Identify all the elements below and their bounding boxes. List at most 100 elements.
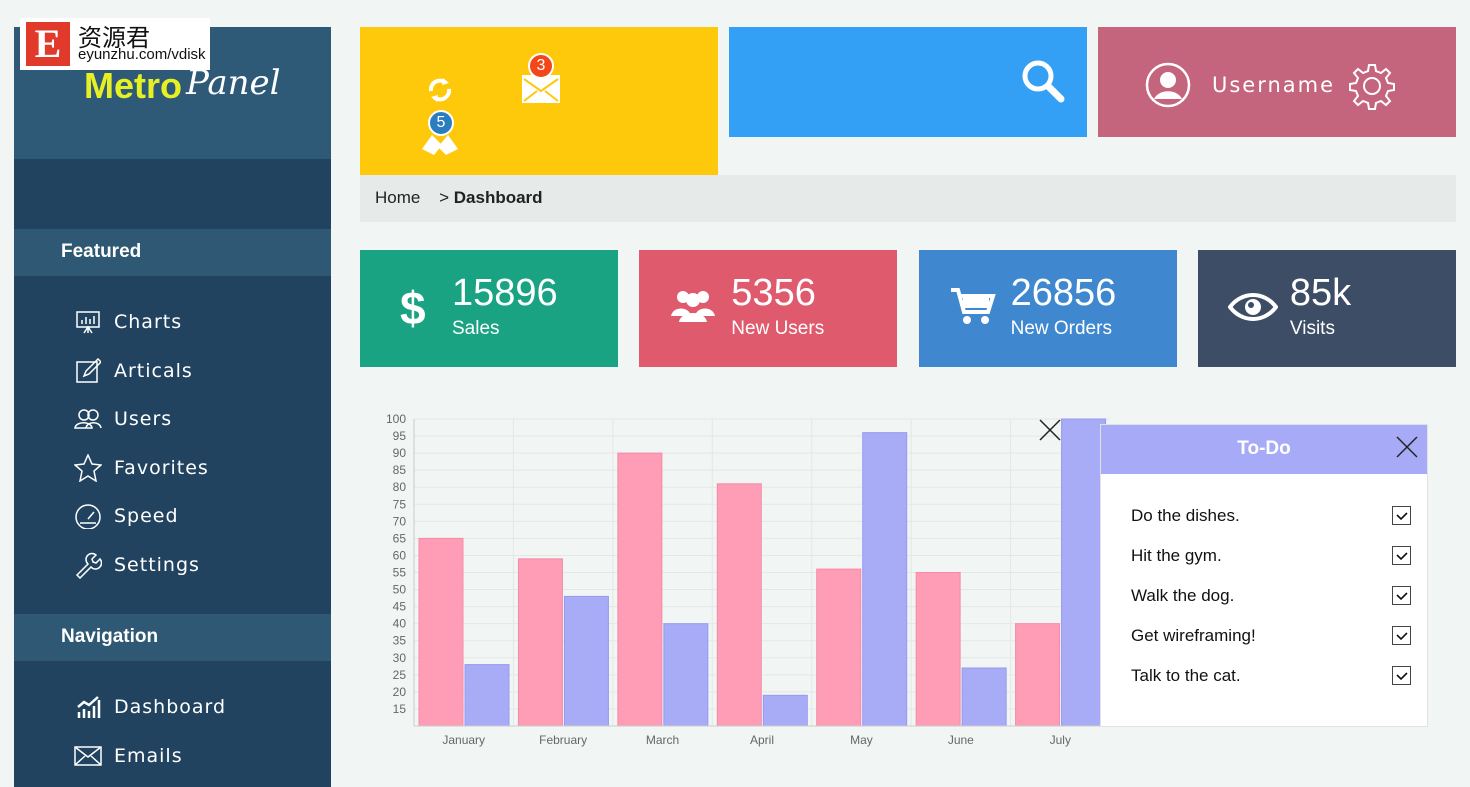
todo-item: Get wireframing! — [1131, 626, 1411, 646]
presentation-chart-icon — [74, 309, 102, 335]
x-tick-label: February — [539, 733, 587, 747]
stat-card-new-orders[interactable]: 26856 New Orders — [918, 250, 1177, 367]
y-tick-label: 45 — [393, 600, 407, 614]
sidebar-item-label: Articals — [114, 359, 193, 382]
edit-icon — [74, 357, 102, 384]
sidebar-item-label: Favorites — [114, 456, 209, 479]
svg-text:$: $ — [400, 282, 426, 332]
sidebar-item-users[interactable]: Users — [74, 404, 172, 434]
breadcrumb: Home > Dashboard — [360, 175, 1456, 222]
bar-july-series-2 — [1061, 418, 1107, 727]
todo-checkbox[interactable] — [1392, 626, 1411, 645]
stat-value: 26856 — [1010, 272, 1117, 314]
todo-text: Get wireframing! — [1131, 626, 1256, 645]
bar-february-series-2 — [563, 595, 609, 727]
todo-text: Hit the gym. — [1131, 546, 1222, 565]
y-tick-label: 100 — [386, 412, 406, 426]
stat-label: Visits — [1289, 318, 1335, 339]
bar-may-series-2 — [862, 432, 908, 727]
users-icon — [671, 291, 716, 322]
bar-april-series-2 — [762, 694, 808, 727]
y-tick-label: 20 — [393, 685, 407, 699]
stat-value: 5356 — [731, 272, 816, 314]
bar-chart-icon — [74, 694, 102, 720]
sidebar-item-favorites[interactable]: Favorites — [74, 453, 209, 483]
x-tick-label: March — [646, 733, 679, 747]
y-tick-label: 25 — [393, 668, 407, 682]
sidebar-item-settings[interactable]: Settings — [74, 550, 200, 580]
sidebar-item-dashboard[interactable]: Dashboard — [74, 692, 226, 722]
sidebar-item-charts[interactable]: Charts — [74, 307, 182, 337]
y-tick-label: 70 — [393, 514, 407, 528]
todo-checkbox[interactable] — [1392, 546, 1411, 565]
bar-february-series-1 — [517, 558, 563, 727]
envelope-icon[interactable] — [522, 75, 560, 103]
todo-item: Talk to the cat. — [1131, 666, 1411, 686]
breadcrumb-separator: > — [439, 188, 450, 207]
y-tick-label: 90 — [393, 446, 407, 460]
mail-count-badge: 3 — [528, 53, 554, 79]
sidebar: Metro Panel Featured Navigation Charts Ar… — [14, 27, 331, 787]
sidebar-item-label: Speed — [114, 505, 179, 528]
todo-checkbox[interactable] — [1392, 506, 1411, 525]
stat-card-sales[interactable]: $15896 Sales — [360, 250, 618, 367]
x-tick-label: April — [750, 733, 774, 747]
todo-panel: To-Do Do the dishes. Hit the gym. Walk the… — [1100, 424, 1428, 727]
stat-card-visits[interactable]: 85k Visits — [1197, 250, 1456, 367]
todo-checkbox[interactable] — [1392, 586, 1411, 605]
y-tick-label: 60 — [393, 548, 407, 562]
close-icon[interactable] — [1395, 435, 1419, 459]
search-icon[interactable] — [1021, 59, 1065, 103]
stat-label: Sales — [452, 318, 500, 339]
section-navigation: Navigation — [14, 614, 331, 661]
eye-icon — [1227, 293, 1278, 321]
sidebar-item-speed[interactable]: Speed — [74, 501, 179, 531]
x-tick-label: June — [948, 733, 974, 747]
stat-card-new-users[interactable]: 5356 New Users — [639, 250, 898, 367]
stat-value: 15896 — [452, 272, 558, 314]
users-icon — [74, 406, 102, 432]
notifications-tile: 3 5 — [360, 27, 718, 175]
sidebar-item-label: Settings — [114, 554, 200, 576]
sidebar-item-label: Users — [114, 408, 173, 431]
stat-label: New Orders — [1010, 318, 1112, 339]
bar-june-series-2 — [961, 667, 1007, 727]
todo-item: Do the dishes. — [1131, 506, 1411, 526]
bar-march-series-2 — [663, 623, 709, 727]
x-tick-label: May — [850, 733, 873, 747]
y-tick-label: 85 — [393, 463, 407, 477]
y-tick-label: 75 — [393, 497, 407, 511]
todo-item: Walk the dog. — [1131, 586, 1411, 606]
todo-text: Walk the dog. — [1131, 586, 1235, 605]
sidebar-item-label: Emails — [114, 744, 183, 767]
cart-icon — [950, 288, 996, 324]
y-tick-label: 40 — [393, 617, 407, 631]
x-tick-label: January — [442, 733, 485, 747]
y-tick-label: 80 — [393, 480, 407, 494]
breadcrumb-home[interactable]: Home — [375, 188, 420, 207]
username[interactable]: Username — [1212, 73, 1335, 97]
bell-count-badge: 5 — [428, 110, 454, 136]
sidebar-item-emails[interactable]: Emails — [74, 741, 183, 771]
refresh-icon[interactable] — [425, 75, 455, 105]
watermark: E 资源君 eyunzhu.com/vdisk — [20, 18, 210, 70]
todo-item: Hit the gym. — [1131, 546, 1411, 566]
close-icon[interactable] — [1038, 418, 1062, 442]
y-tick-label: 30 — [393, 651, 407, 665]
stat-label: New Users — [731, 318, 825, 339]
sidebar-item-articals[interactable]: Articals — [74, 356, 193, 386]
x-tick-label: July — [1050, 733, 1071, 747]
logo-metro: Metro — [84, 65, 182, 106]
stat-value: 85k — [1289, 272, 1352, 314]
todo-title: To-Do — [1101, 425, 1427, 474]
todo-checkbox[interactable] — [1392, 666, 1411, 685]
todo-text: Talk to the cat. — [1131, 666, 1241, 685]
bar-july-series-1 — [1015, 623, 1061, 727]
search-tile[interactable] — [729, 27, 1087, 137]
bar-april-series-1 — [716, 483, 762, 727]
bar-may-series-1 — [816, 568, 862, 727]
speedometer-icon — [74, 503, 102, 530]
gear-icon[interactable] — [1348, 62, 1396, 110]
avatar-icon[interactable] — [1145, 62, 1191, 108]
wrench-icon — [74, 552, 102, 579]
